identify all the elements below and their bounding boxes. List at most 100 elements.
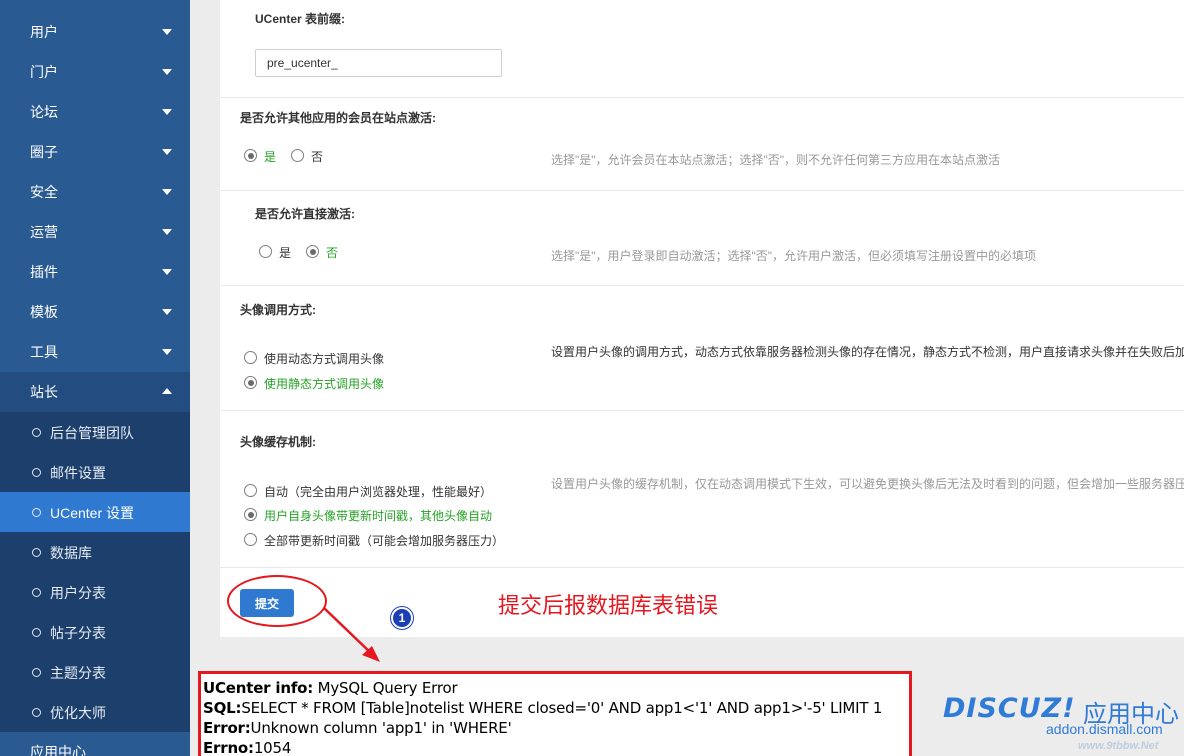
divider — [220, 567, 1184, 568]
avatar-cache-all-label[interactable]: 全部带更新时间戳（可能会增加服务器压力） — [264, 532, 504, 549]
sidebar-item-portal[interactable]: 门户 — [0, 52, 190, 92]
divider — [220, 285, 1184, 286]
sidebar-item-tools[interactable]: 工具 — [0, 332, 190, 372]
annotation-ellipse — [227, 575, 327, 627]
caret-down-icon — [162, 229, 172, 235]
avatar-method-dynamic-radio[interactable] — [244, 351, 257, 364]
error-errno-label: Errno: — [203, 739, 254, 756]
circle-icon — [32, 508, 41, 517]
sidebar-item-plugins[interactable]: 插件 — [0, 252, 190, 292]
sidebar-subitem-ucenter[interactable]: UCenter 设置 — [0, 492, 190, 532]
sidebar-subitem-member-split[interactable]: 用户分表 — [0, 572, 190, 612]
circle-icon — [32, 428, 41, 437]
sidebar-item-label: 插件 — [30, 264, 58, 280]
avatar-cache-auto-label[interactable]: 自动（完全由用户浏览器处理，性能最好） — [264, 483, 492, 500]
sidebar-subitem-optimizer[interactable]: 优化大师 — [0, 692, 190, 732]
sidebar-item-label: 应用中心 — [30, 744, 86, 756]
caret-down-icon — [162, 149, 172, 155]
error-box: UCenter info: MySQL Query Error SQL:SELE… — [198, 671, 912, 756]
sidebar-item-label: 安全 — [30, 184, 58, 200]
divider — [220, 97, 1184, 98]
discuz-logo: DISCUZ! — [943, 693, 1076, 724]
sidebar-subitem-label: 邮件设置 — [50, 465, 106, 481]
avatar-method-title: 头像调用方式: — [240, 303, 316, 317]
sidebar-subitem-admin-team[interactable]: 后台管理团队 — [0, 412, 190, 452]
sidebar-item-label: 运营 — [30, 224, 58, 240]
error-errno-line: Errno:1054 — [203, 739, 291, 756]
allow-other-activate-yes-label[interactable]: 是 — [264, 148, 276, 165]
avatar-cache-self-label[interactable]: 用户自身头像带更新时间戳，其他头像自动 — [264, 507, 492, 524]
avatar-method-static-radio[interactable] — [244, 376, 257, 389]
sidebar-item-security[interactable]: 安全 — [0, 172, 190, 212]
error-errno-value: 1054 — [253, 739, 292, 756]
error-info-value: MySQL Query Error — [313, 679, 458, 697]
sidebar-item-label: 模板 — [30, 304, 58, 320]
allow-direct-activate-hint: 选择"是"，用户登录即自动激活；选择"否"，允许用户激活，但必须填写注册设置中的… — [551, 249, 1037, 263]
sidebar-subitem-label: 用户分表 — [50, 585, 106, 601]
circle-icon — [32, 668, 41, 677]
sidebar-item-label: 圈子 — [30, 144, 58, 160]
sidebar-subitem-thread-split[interactable]: 主题分表 — [0, 652, 190, 692]
caret-up-icon — [162, 388, 172, 394]
allow-direct-activate-no-radio[interactable] — [306, 245, 319, 258]
annotation-badge: 1 — [391, 607, 413, 629]
avatar-method-static-label[interactable]: 使用静态方式调用头像 — [264, 375, 384, 392]
sidebar-subitem-label: 帖子分表 — [50, 625, 106, 641]
allow-direct-activate-yes-radio[interactable] — [259, 245, 272, 258]
avatar-cache-auto-radio[interactable] — [244, 484, 257, 497]
sidebar-item-label: 站长 — [30, 384, 58, 400]
sidebar-item-templates[interactable]: 模板 — [0, 292, 190, 332]
caret-down-icon — [162, 269, 172, 275]
error-sql-line: SQL:SELECT * FROM [Table]notelist WHERE … — [203, 699, 882, 717]
avatar-cache-self-radio[interactable] — [244, 508, 257, 521]
error-info-label: UCenter info: — [203, 679, 314, 697]
sidebar-item-users[interactable]: 用户 — [0, 12, 190, 52]
allow-direct-activate-title: 是否允许直接激活: — [255, 207, 355, 221]
caret-down-icon — [162, 109, 172, 115]
sidebar-item-label: 门户 — [30, 64, 58, 80]
sidebar-item-label: 用户 — [30, 24, 58, 40]
divider — [220, 410, 1184, 411]
allow-direct-activate-no-label[interactable]: 否 — [326, 244, 338, 261]
sidebar-item-webmaster[interactable]: 站长 — [0, 372, 190, 412]
caret-down-icon — [162, 29, 172, 35]
allow-other-activate-no-radio[interactable] — [291, 149, 304, 162]
annotation-text: 提交后报数据库表错误 — [498, 594, 719, 619]
sidebar-item-label: 论坛 — [30, 104, 58, 120]
allow-other-activate-no-label[interactable]: 否 — [311, 148, 323, 165]
sidebar-subitem-label: 主题分表 — [50, 665, 106, 681]
avatar-method-hint: 设置用户头像的调用方式，动态方式依靠服务器检测头像的存在情况，静态方式不检测，用… — [551, 345, 1184, 359]
caret-down-icon — [162, 309, 172, 315]
error-message-label: Error: — [203, 719, 251, 737]
sidebar-item-forum[interactable]: 论坛 — [0, 92, 190, 132]
sidebar-subitem-database[interactable]: 数据库 — [0, 532, 190, 572]
allow-direct-activate-yes-label[interactable]: 是 — [279, 244, 291, 261]
prefix-input[interactable]: pre_ucenter_ — [255, 49, 502, 77]
allow-other-activate-yes-radio[interactable] — [244, 149, 257, 162]
sidebar-item-label: 工具 — [30, 344, 58, 360]
divider — [220, 190, 1184, 191]
sidebar-subitem-label: 后台管理团队 — [50, 425, 134, 441]
error-info-line: UCenter info: MySQL Query Error — [203, 679, 458, 697]
watermark-site: www.9tbbw.Net — [1078, 740, 1159, 752]
sidebar-subitem-post-split[interactable]: 帖子分表 — [0, 612, 190, 652]
sidebar-item-operation[interactable]: 运营 — [0, 212, 190, 252]
circle-icon — [32, 628, 41, 637]
circle-icon — [32, 588, 41, 597]
sidebar-item-group[interactable]: 圈子 — [0, 132, 190, 172]
sidebar-subitem-label: 数据库 — [50, 545, 92, 561]
prefix-title: UCenter 表前缀: — [255, 12, 346, 26]
circle-icon — [32, 708, 41, 717]
caret-down-icon — [162, 69, 172, 75]
error-message-value: Unknown column 'app1' in 'WHERE' — [250, 719, 512, 737]
error-message-line: Error:Unknown column 'app1' in 'WHERE' — [203, 719, 512, 737]
avatar-cache-title: 头像缓存机制: — [240, 435, 316, 449]
sidebar-subitem-mail[interactable]: 邮件设置 — [0, 452, 190, 492]
avatar-cache-all-radio[interactable] — [244, 533, 257, 546]
avatar-cache-hint: 设置用户头像的缓存机制，仅在动态调用模式下生效，可以避免更换头像后无法及时看到的… — [551, 477, 1184, 491]
circle-icon — [32, 468, 41, 477]
sidebar-subitem-label: UCenter 设置 — [50, 505, 135, 521]
avatar-method-dynamic-label[interactable]: 使用动态方式调用头像 — [264, 350, 384, 367]
sidebar-item-app-center[interactable]: 应用中心 — [0, 732, 190, 756]
allow-other-activate-title: 是否允许其他应用的会员在站点激活: — [240, 111, 436, 125]
